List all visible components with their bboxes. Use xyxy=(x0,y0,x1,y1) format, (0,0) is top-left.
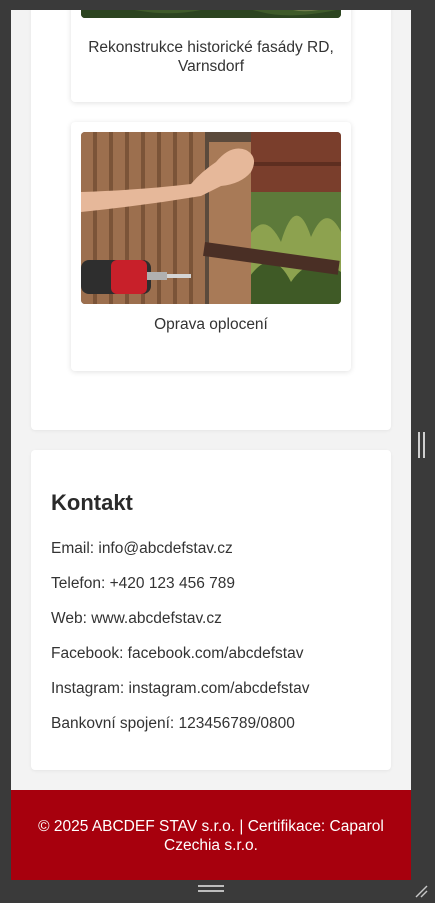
project-card[interactable]: Rekonstrukce historické fasády RD, Varns… xyxy=(71,10,351,102)
contact-title: Kontakt xyxy=(51,490,133,515)
garden-hedge-photo xyxy=(81,10,341,18)
contact-email[interactable]: Email: info@abcdefstav.cz xyxy=(51,540,233,558)
contact-instagram[interactable]: Instagram: instagram.com/abcdefstav xyxy=(51,680,309,698)
resize-grip-icon[interactable] xyxy=(414,884,428,898)
contact-facebook[interactable]: Facebook: facebook.com/abcdefstav xyxy=(51,645,303,663)
site-footer: © 2025 ABCDEF STAV s.r.o. | Certifikace:… xyxy=(11,790,411,880)
project-caption: Oprava oplocení xyxy=(154,316,268,333)
drag-grip-icon[interactable] xyxy=(198,885,224,893)
contact-panel: Kontakt Email: info@abcdefstav.cz Telefo… xyxy=(31,450,391,770)
project-card[interactable]: Oprava oplocení xyxy=(71,122,351,371)
frame-top xyxy=(0,0,435,10)
scroll-handle-icon[interactable] xyxy=(418,432,426,458)
fence-repair-photo xyxy=(81,132,341,304)
projects-panel: Rekonstrukce historické fasády RD, Varns… xyxy=(31,10,391,430)
project-caption: Rekonstrukce historické fasády RD, Varns… xyxy=(88,39,334,75)
page-viewport[interactable]: Rekonstrukce historické fasády RD, Varns… xyxy=(11,10,411,880)
contact-web[interactable]: Web: www.abcdefstav.cz xyxy=(51,610,222,628)
contact-bank: Bankovní spojení: 123456789/0800 xyxy=(51,715,295,732)
frame-left xyxy=(0,0,11,901)
contact-phone[interactable]: Telefon: +420 123 456 789 xyxy=(51,575,235,593)
footer-copyright: © 2025 ABCDEF STAV s.r.o. | Certifikace:… xyxy=(38,818,384,854)
